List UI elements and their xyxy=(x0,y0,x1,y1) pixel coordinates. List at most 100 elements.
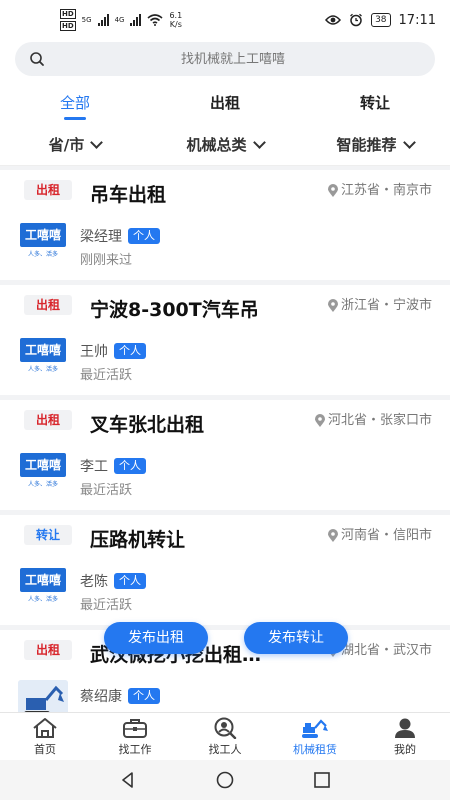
activity-status: 最近活跃 xyxy=(80,483,133,498)
activity-status: 刚刚来过 xyxy=(80,253,133,268)
location-text: 浙江省・宁波市 xyxy=(340,298,432,313)
poster-row: 蔡绍康 个人 xyxy=(80,686,160,706)
logo-subtext: 人多、活多 xyxy=(27,251,58,258)
location-pin-icon xyxy=(327,299,338,312)
listing-location: 河南省・信阳市 xyxy=(327,527,432,544)
eye-icon xyxy=(325,15,342,25)
location-pin-icon xyxy=(327,184,338,197)
profile-icon xyxy=(395,718,415,738)
listing-tag: 出租 xyxy=(24,180,72,200)
logo-text: 工嘻嘻 xyxy=(20,453,66,477)
logo-text: 工嘻嘻 xyxy=(20,338,66,362)
nav-label: 找工人 xyxy=(208,742,242,756)
listing-tag: 出租 xyxy=(24,295,72,315)
listing-tag: 转让 xyxy=(24,525,72,545)
listing-title: 叉车张北出租 xyxy=(90,414,205,436)
search-input[interactable] xyxy=(45,51,421,67)
filter-bar: 省/市 机械总类 智能推荐 xyxy=(0,124,450,166)
company-logo: 工嘻嘻 人多、活多 xyxy=(20,338,66,378)
back-icon[interactable] xyxy=(118,770,138,790)
listing-card[interactable]: 出租 宁波8-300T汽车吊 浙江省・宁波市 工嘻嘻 人多、活多 王帅 个人 最… xyxy=(0,285,450,395)
nav-machine-rental[interactable]: 机械租赁 xyxy=(270,713,360,760)
logo-subtext: 人多、活多 xyxy=(27,366,58,373)
filter-sort[interactable]: 智能推荐 xyxy=(300,124,450,165)
poster-row: 老陈 个人 xyxy=(80,571,146,591)
publish-transfer-button[interactable]: 发布转让 xyxy=(244,622,348,654)
logo-subtext: 人多、活多 xyxy=(27,596,58,603)
nav-label: 我的 xyxy=(394,742,416,756)
status-bar: HD HD 5G 4G 6.1 K/s 38 17:11 xyxy=(0,0,450,40)
poster-name: 梁经理 xyxy=(80,229,122,245)
speed-value: 6.1 xyxy=(169,11,183,20)
speed-unit: K/s xyxy=(169,20,182,29)
poster-badge: 个人 xyxy=(114,573,146,589)
listing-tag: 出租 xyxy=(24,640,72,660)
poster-badge: 个人 xyxy=(114,343,146,359)
company-logo: 工嘻嘻 人多、活多 xyxy=(20,568,66,608)
network-type: 4G xyxy=(114,16,125,24)
logo-subtext: 人多、活多 xyxy=(27,481,58,488)
activity-status: 最近活跃 xyxy=(80,368,133,383)
signal-icon xyxy=(130,14,142,26)
excavator-icon xyxy=(302,718,328,738)
clock: 17:11 xyxy=(398,12,436,28)
filter-machine-type[interactable]: 机械总类 xyxy=(150,124,300,165)
wifi-icon xyxy=(147,14,163,26)
location-text: 湖北省・武汉市 xyxy=(340,643,432,658)
status-left: HD HD 5G 4G 6.1 K/s xyxy=(60,9,182,31)
status-right: 38 17:11 xyxy=(325,13,436,28)
nav-profile[interactable]: 我的 xyxy=(360,713,450,760)
hd-indicators: HD HD xyxy=(60,9,76,31)
poster-name: 李工 xyxy=(80,459,108,475)
location-pin-icon xyxy=(327,529,338,542)
listing-card[interactable]: 出租 叉车张北出租 河北省・张家口市 工嘻嘻 人多、活多 李工 个人 最近活跃 xyxy=(0,400,450,510)
company-logo: 工嘻嘻 人多、活多 xyxy=(20,453,66,493)
poster-name: 蔡绍康 xyxy=(80,689,122,705)
tab-rent[interactable]: 出租 xyxy=(150,80,300,124)
category-tabs: 全部 出租 转让 xyxy=(0,80,450,124)
nav-find-worker[interactable]: 找工人 xyxy=(180,713,270,760)
network-type: 5G xyxy=(81,16,92,24)
listing-location: 江苏省・南京市 xyxy=(327,182,432,199)
listing-card[interactable]: 出租 吊车出租 江苏省・南京市 工嘻嘻 人多、活多 梁经理 个人 刚刚来过 xyxy=(0,170,450,280)
publish-rent-button[interactable]: 发布出租 xyxy=(104,622,208,654)
home-icon xyxy=(33,717,57,738)
network-speed: 6.1 K/s xyxy=(169,11,182,29)
listing-card[interactable]: 转让 压路机转让 河南省・信阳市 工嘻嘻 人多、活多 老陈 个人 最近活跃 xyxy=(0,515,450,625)
signal-icon xyxy=(97,14,109,26)
chevron-down-icon xyxy=(402,135,416,149)
listing-location: 河北省・张家口市 xyxy=(314,412,432,429)
battery-icon: 38 xyxy=(371,13,391,27)
listing-tag: 出租 xyxy=(24,410,72,430)
tab-all[interactable]: 全部 xyxy=(0,80,150,124)
nav-label: 找工作 xyxy=(118,742,152,756)
alarm-icon xyxy=(350,13,362,27)
listing-location: 浙江省・宁波市 xyxy=(327,297,432,314)
chevron-down-icon xyxy=(252,135,266,149)
search-bar xyxy=(0,40,450,80)
location-text: 江苏省・南京市 xyxy=(340,183,432,198)
bottom-nav: 首页 找工作 找工人 机械租赁 我的 xyxy=(0,712,450,760)
location-text: 河北省・张家口市 xyxy=(327,413,432,428)
poster-name: 老陈 xyxy=(80,574,108,590)
tab-transfer[interactable]: 转让 xyxy=(300,80,450,124)
chevron-down-icon xyxy=(90,135,104,149)
search-box[interactable] xyxy=(15,42,435,76)
location-text: 河南省・信阳市 xyxy=(340,528,432,543)
find-worker-icon xyxy=(214,717,237,739)
nav-find-job[interactable]: 找工作 xyxy=(90,713,180,760)
company-logo: 工嘻嘻 人多、活多 xyxy=(20,223,66,263)
home-circle-icon[interactable] xyxy=(215,770,235,790)
logo-text: 工嘻嘻 xyxy=(20,223,66,247)
nav-home[interactable]: 首页 xyxy=(0,713,90,760)
location-pin-icon xyxy=(314,414,325,427)
listing-title: 宁波8-300T汽车吊 xyxy=(90,299,259,321)
recents-icon[interactable] xyxy=(312,770,332,790)
hd-badge: HD xyxy=(60,21,76,31)
poster-badge: 个人 xyxy=(114,458,146,474)
logo-text: 工嘻嘻 xyxy=(20,568,66,592)
activity-status: 最近活跃 xyxy=(80,598,133,613)
nav-label: 机械租赁 xyxy=(293,742,337,756)
poster-row: 王帅 个人 xyxy=(80,341,146,361)
filter-region[interactable]: 省/市 xyxy=(0,124,150,165)
